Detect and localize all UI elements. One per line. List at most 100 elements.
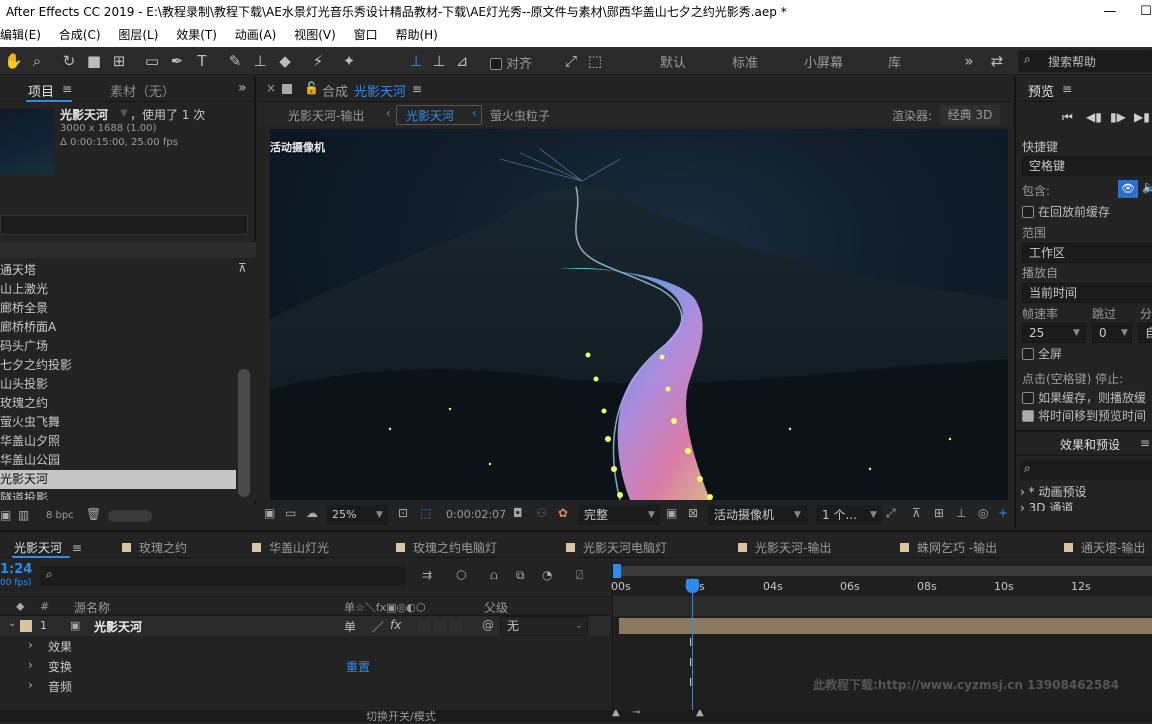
transparency-grid-icon[interactable]: ▣ xyxy=(666,506,677,520)
pick-whip-icon[interactable]: @ xyxy=(482,618,494,632)
list-item[interactable]: 华盖山公园 xyxy=(0,451,236,470)
workspace-small-screen[interactable]: 小屏幕 xyxy=(804,52,843,71)
hierarchy-icon[interactable]: ⊼ xyxy=(238,261,247,275)
workspace-library[interactable]: 库 xyxy=(888,52,901,71)
motion-blur-switch[interactable] xyxy=(418,620,430,632)
resolution-preview-dropdown[interactable]: 自 xyxy=(1138,323,1152,343)
workspace-default[interactable]: 默认 xyxy=(660,52,686,71)
shy-icon[interactable]: ⩍ xyxy=(490,568,498,583)
fit-icon[interactable]: ⊡ xyxy=(398,506,408,520)
thumbnail-slider[interactable] xyxy=(108,510,152,522)
chevron-right-icon[interactable]: › xyxy=(28,678,33,692)
brush-tool-icon[interactable]: ✎ xyxy=(226,52,244,70)
menu-effect[interactable]: 效果(T) xyxy=(169,24,224,47)
layer-duration-bar[interactable] xyxy=(619,618,1152,634)
camera-tool-icon[interactable]: ■ xyxy=(85,52,103,70)
adjustment-switch[interactable] xyxy=(434,620,446,632)
property-row[interactable]: › 变换 重置 xyxy=(0,656,610,676)
timeline-icon[interactable]: ⊞ xyxy=(934,506,944,520)
trash-icon[interactable]: 🗑 xyxy=(86,507,101,521)
zoom-dropdown[interactable]: 25% ▼ xyxy=(326,505,388,525)
property-row[interactable]: › 效果 xyxy=(0,636,610,656)
preview-title[interactable]: 预览 xyxy=(1028,81,1054,100)
chevron-down-icon[interactable]: ⌄ xyxy=(8,618,16,629)
parent-dropdown[interactable]: 无 ⌄ xyxy=(500,616,588,636)
list-item[interactable]: 华盖山夕照 xyxy=(0,432,236,451)
graph-editor-icon[interactable]: ⍁ xyxy=(576,568,583,583)
reset-exposure-icon[interactable]: ◎ xyxy=(978,506,988,520)
timeline-tab[interactable]: 玫瑰之约电脑灯 xyxy=(396,539,497,556)
grid-icon[interactable]: ⬚ xyxy=(586,52,604,70)
timeline-graph[interactable]: 00s 02s 04s 06s 08s 10s 12s I I I 此教程下载:… xyxy=(611,562,1152,710)
list-item[interactable]: 通天塔 xyxy=(0,261,236,280)
timeline-tab-active[interactable]: 光影天河 ≡ xyxy=(2,539,82,556)
effects-menu-icon[interactable]: ≡ xyxy=(1140,436,1150,450)
align-checkbox[interactable]: 对齐 xyxy=(490,53,532,72)
work-area-bar[interactable] xyxy=(613,566,1152,576)
snap-icon[interactable]: ⤢ xyxy=(562,52,580,70)
column-source-name[interactable]: 源名称 xyxy=(74,599,110,616)
timeline-tab[interactable]: 玫瑰之约 xyxy=(122,539,187,556)
3d-layer-switch[interactable] xyxy=(450,620,462,632)
previous-frame-icon[interactable]: ◀▮ xyxy=(1086,110,1102,124)
resolution-dropdown[interactable]: 完整 ▼ xyxy=(578,505,660,525)
view-axis-icon[interactable]: ⊿ xyxy=(453,52,471,70)
maximize-button[interactable]: ☐ xyxy=(1128,0,1152,24)
lock-icon[interactable]: 🔓 xyxy=(304,81,319,95)
snapshot-icon[interactable]: ◘ xyxy=(513,506,523,520)
draft-3d-icon[interactable]: ⬡ xyxy=(456,568,466,582)
layer-search-input[interactable]: ⌕ xyxy=(40,566,406,586)
item-dropdown-icon[interactable]: ▼ xyxy=(120,108,128,119)
puppet-tool-icon[interactable]: ✦ xyxy=(340,52,358,70)
workspace-overflow-icon[interactable]: » xyxy=(960,52,978,70)
close-tab-icon[interactable]: × xyxy=(266,81,276,95)
list-item[interactable]: 廊桥桥面A xyxy=(0,318,236,337)
grid-toggle-icon[interactable]: ⊠ xyxy=(688,506,698,520)
playhead-handle[interactable] xyxy=(686,579,699,593)
menu-animation[interactable]: 动画(A) xyxy=(228,24,284,47)
clone-stamp-tool-icon[interactable]: ⊥ xyxy=(251,52,269,70)
comp-menu-icon[interactable]: ≡ xyxy=(412,82,422,96)
project-menu-icon[interactable]: ≡ xyxy=(62,82,72,96)
roi-icon[interactable]: ⬚ xyxy=(420,506,431,520)
table-row[interactable]: ⌄ 1 ▣ 光影天河 单 ／ fx @ 无 ⌄ xyxy=(0,616,610,636)
layer-name[interactable]: 光影天河 xyxy=(94,618,142,635)
fullscreen-checkbox[interactable]: 全屏 xyxy=(1022,345,1062,362)
hand-tool-icon[interactable]: ✋ xyxy=(4,52,23,70)
breadcrumb-item[interactable]: 光影天河-输出 xyxy=(288,107,364,124)
timeline-tab[interactable]: 华盖山灯光 xyxy=(252,539,329,556)
fast-preview-icon[interactable]: ⤢ xyxy=(886,506,896,521)
composition-mini-flowchart-icon[interactable]: ⇉ xyxy=(422,568,432,582)
monitor-icon[interactable]: ▭ xyxy=(285,506,296,520)
cache-before-checkbox[interactable]: 在回放前缓存 xyxy=(1022,203,1110,220)
list-item[interactable]: 山头投影 xyxy=(0,375,236,394)
folder-icon[interactable]: ▥ xyxy=(18,508,29,522)
zoom-tool-icon[interactable]: ⌕ xyxy=(28,52,46,70)
panel-overflow-icon[interactable]: » xyxy=(238,80,247,96)
show-snapshot-icon[interactable]: ⚇ xyxy=(536,506,547,520)
framerate-dropdown[interactable]: 25 ▼ xyxy=(1022,323,1086,343)
quality-switch-icon[interactable]: ／ xyxy=(372,618,384,635)
video-include-icon[interactable]: 👁 xyxy=(1118,180,1138,198)
text-tool-icon[interactable]: T xyxy=(193,52,211,70)
rectangle-tool-icon[interactable]: ▭ xyxy=(143,52,161,70)
toggle-switches-modes[interactable]: 切换开关/模式 xyxy=(366,708,436,724)
list-item[interactable]: 码头广场 xyxy=(0,337,236,356)
current-timecode[interactable]: 0:00:02:07 xyxy=(446,508,506,521)
chevron-right-icon[interactable]: › xyxy=(28,658,33,672)
frame-blending-icon[interactable]: ⧉ xyxy=(516,568,525,583)
current-time-display[interactable]: 1:24 xyxy=(0,562,32,577)
shortcut-dropdown[interactable]: 空格键 xyxy=(1022,156,1152,176)
timeline-tab[interactable]: 光影天河电脑灯 xyxy=(566,539,667,556)
local-axis-icon[interactable]: ⊥ xyxy=(407,52,425,70)
list-item[interactable]: 萤火虫飞舞 xyxy=(0,413,236,432)
move-time-checkbox[interactable]: 将时间移到预览时间 xyxy=(1022,407,1146,424)
chevron-right-icon[interactable]: › xyxy=(28,638,33,652)
list-item[interactable]: 廊桥全景 xyxy=(0,299,236,318)
range-dropdown[interactable]: 工作区 xyxy=(1022,243,1152,263)
property-row[interactable]: › 音频 xyxy=(0,676,610,696)
mask-icon[interactable]: ☁ xyxy=(306,506,318,520)
exposure-value-icon[interactable]: + xyxy=(998,506,1008,520)
effects-list-item[interactable]: › * 动画预设 xyxy=(1020,483,1086,500)
menu-edit[interactable]: 编辑(E) xyxy=(0,24,48,47)
